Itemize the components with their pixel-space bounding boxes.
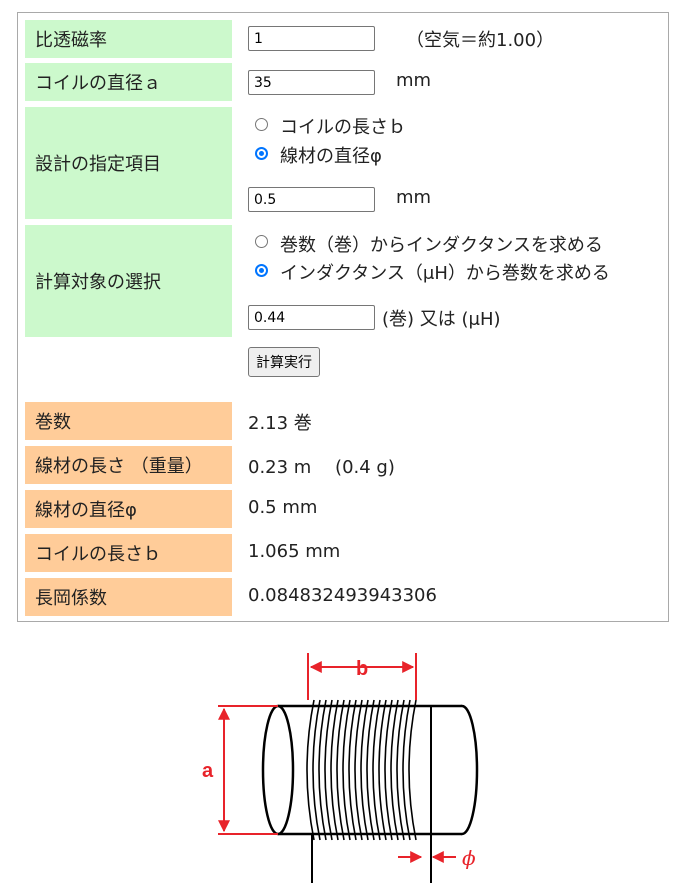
result-label-nagaoka: 長岡係数: [25, 578, 232, 616]
coil-diagram: a b ϕ: [202, 653, 479, 883]
result-value-wire-diameter: 0.5 mm: [248, 497, 318, 518]
calculator-form: 比透磁率 （空気＝約1.00） コイルの直径ａ mm 設計の指定項目 コイルの長…: [17, 12, 669, 622]
label-phi: ϕ: [462, 846, 476, 870]
calc-target-input[interactable]: [248, 305, 375, 330]
result-label-turns: 巻数: [25, 402, 232, 440]
radio-wire-diameter[interactable]: [255, 147, 268, 160]
radio-coil-length[interactable]: [255, 118, 268, 131]
result-value-wire-length: 0.23 m (0.4 g): [248, 457, 395, 478]
radio-inductance-to-turns[interactable]: [255, 264, 268, 277]
radio-turns-to-inductance[interactable]: [255, 235, 268, 248]
result-value-coil-length: 1.065 mm: [248, 541, 341, 562]
design-spec-unit: mm: [396, 187, 432, 208]
permeability-note: （空気＝約1.00）: [406, 30, 555, 51]
design-spec-label: 設計の指定項目: [25, 107, 232, 219]
calculate-button[interactable]: 計算実行: [248, 347, 320, 377]
result-label-coil-length: コイルの長さｂ: [25, 534, 232, 572]
label-a: a: [202, 760, 214, 782]
radio-coil-length-label: コイルの長さｂ: [280, 117, 406, 138]
result-value-turns: 2.13 巻: [248, 413, 312, 434]
design-spec-input[interactable]: [248, 187, 375, 212]
radio-wire-diameter-label: 線材の直径φ: [280, 146, 382, 167]
result-label-wire-diameter: 線材の直径φ: [25, 490, 232, 528]
permeability-label: 比透磁率: [25, 20, 232, 58]
coil-diameter-label: コイルの直径ａ: [25, 63, 232, 101]
coil-diameter-unit: mm: [396, 70, 432, 91]
radio-inductance-to-turns-label: インダクタンス（μH）から巻数を求める: [280, 263, 610, 284]
result-value-nagaoka: 0.084832493943306: [248, 585, 437, 606]
calc-target-unit: (巻) 又は (μH): [382, 309, 501, 330]
result-label-wire-length: 線材の長さ （重量）: [25, 446, 232, 484]
calc-target-label: 計算対象の選択: [25, 225, 232, 337]
permeability-input[interactable]: [248, 26, 375, 51]
label-b: b: [356, 658, 368, 680]
radio-turns-to-inductance-label: 巻数（巻）からインダクタンスを求める: [280, 235, 603, 256]
coil-diameter-input[interactable]: [248, 70, 375, 95]
